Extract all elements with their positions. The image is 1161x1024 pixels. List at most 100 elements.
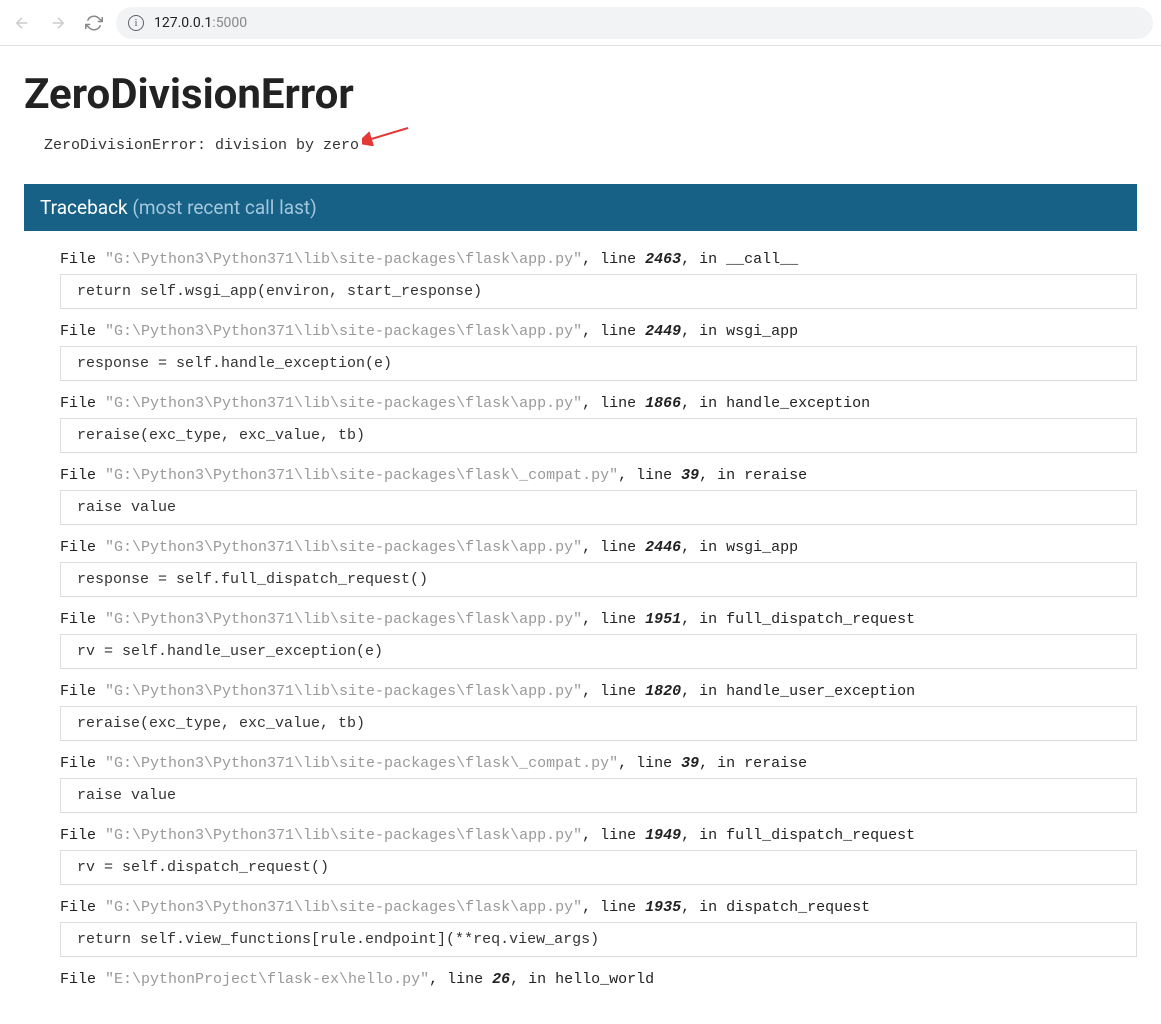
traceback-frame: File "G:\Python3\Python371\lib\site-pack… [60,755,1137,813]
in-label: , in [681,899,726,916]
line-number: 39 [681,755,699,772]
function-name: reraise [744,755,807,772]
traceback-frame: File "G:\Python3\Python371\lib\site-pack… [60,683,1137,741]
code-line[interactable]: raise value [60,490,1137,525]
line-label: , line [618,755,681,772]
frame-header[interactable]: File "G:\Python3\Python371\lib\site-pack… [60,755,1137,778]
line-label: , line [582,683,645,700]
traceback-label: Traceback [40,196,132,219]
function-name: handle_user_exception [726,683,915,700]
in-label: , in [699,755,744,772]
file-label: File [60,683,105,700]
in-label: , in [681,251,726,268]
function-name: full_dispatch_request [726,611,915,628]
file-label: File [60,899,105,916]
traceback-frame: File "G:\Python3\Python371\lib\site-pack… [60,827,1137,885]
in-label: , in [681,539,726,556]
line-number: 2449 [645,323,681,340]
file-path: "G:\Python3\Python371\lib\site-packages\… [105,827,582,844]
frame-header[interactable]: File "E:\pythonProject\flask-ex\hello.py… [60,971,1137,994]
file-label: File [60,539,105,556]
file-path: "G:\Python3\Python371\lib\site-packages\… [105,899,582,916]
url-text: 127.0.0.1:5000 [154,15,247,31]
frame-header[interactable]: File "G:\Python3\Python371\lib\site-pack… [60,467,1137,490]
line-label: , line [429,971,492,988]
code-line[interactable]: response = self.handle_exception(e) [60,346,1137,381]
code-line[interactable]: return self.wsgi_app(environ, start_resp… [60,274,1137,309]
code-line[interactable]: reraise(exc_type, exc_value, tb) [60,418,1137,453]
line-number: 1866 [645,395,681,412]
reload-button[interactable] [80,9,108,37]
line-number: 2446 [645,539,681,556]
traceback-frame: File "G:\Python3\Python371\lib\site-pack… [60,323,1137,381]
file-label: File [60,755,105,772]
line-label: , line [582,899,645,916]
line-label: , line [582,251,645,268]
code-line[interactable]: return self.view_functions[rule.endpoint… [60,922,1137,957]
file-label: File [60,323,105,340]
file-path: "G:\Python3\Python371\lib\site-packages\… [105,323,582,340]
in-label: , in [681,395,726,412]
traceback-frame: File "E:\pythonProject\flask-ex\hello.py… [60,971,1137,994]
code-line[interactable]: raise value [60,778,1137,813]
frame-header[interactable]: File "G:\Python3\Python371\lib\site-pack… [60,611,1137,634]
back-button[interactable] [8,9,36,37]
frame-header[interactable]: File "G:\Python3\Python371\lib\site-pack… [60,395,1137,418]
traceback-frame: File "G:\Python3\Python371\lib\site-pack… [60,611,1137,669]
frame-header[interactable]: File "G:\Python3\Python371\lib\site-pack… [60,683,1137,706]
line-number: 26 [492,971,510,988]
line-label: , line [582,611,645,628]
file-label: File [60,971,105,988]
function-name: wsgi_app [726,323,798,340]
browser-toolbar: i 127.0.0.1:5000 [0,0,1161,46]
code-line[interactable]: reraise(exc_type, exc_value, tb) [60,706,1137,741]
line-label: , line [582,323,645,340]
function-name: __call__ [726,251,798,268]
line-number: 1949 [645,827,681,844]
address-bar[interactable]: i 127.0.0.1:5000 [116,7,1153,39]
frame-header[interactable]: File "G:\Python3\Python371\lib\site-pack… [60,323,1137,346]
error-message: ZeroDivisionError: division by zero [24,137,1137,154]
frame-header[interactable]: File "G:\Python3\Python371\lib\site-pack… [60,251,1137,274]
file-label: File [60,467,105,484]
in-label: , in [681,323,726,340]
file-label: File [60,251,105,268]
error-title: ZeroDivisionError [24,70,1137,119]
frame-header[interactable]: File "G:\Python3\Python371\lib\site-pack… [60,899,1137,922]
in-label: , in [681,827,726,844]
file-path: "G:\Python3\Python371\lib\site-packages\… [105,395,582,412]
frame-header[interactable]: File "G:\Python3\Python371\lib\site-pack… [60,539,1137,562]
file-path: "G:\Python3\Python371\lib\site-packages\… [105,755,618,772]
file-label: File [60,611,105,628]
line-number: 2463 [645,251,681,268]
in-label: , in [510,971,555,988]
traceback-frame: File "G:\Python3\Python371\lib\site-pack… [60,251,1137,309]
frame-header[interactable]: File "G:\Python3\Python371\lib\site-pack… [60,827,1137,850]
line-label: , line [582,395,645,412]
page-content: ZeroDivisionError ZeroDivisionError: div… [0,46,1161,994]
line-number: 39 [681,467,699,484]
traceback-sublabel: (most recent call last) [132,196,316,219]
traceback-frame: File "G:\Python3\Python371\lib\site-pack… [60,899,1137,957]
traceback-frame: File "G:\Python3\Python371\lib\site-pack… [60,395,1137,453]
site-info-icon[interactable]: i [128,15,144,31]
in-label: , in [681,611,726,628]
file-path: "G:\Python3\Python371\lib\site-packages\… [105,611,582,628]
line-number: 1935 [645,899,681,916]
forward-button[interactable] [44,9,72,37]
code-line[interactable]: rv = self.handle_user_exception(e) [60,634,1137,669]
file-path: "G:\Python3\Python371\lib\site-packages\… [105,539,582,556]
traceback-header: Traceback (most recent call last) [24,184,1137,231]
function-name: full_dispatch_request [726,827,915,844]
code-line[interactable]: response = self.full_dispatch_request() [60,562,1137,597]
file-label: File [60,395,105,412]
file-path: "G:\Python3\Python371\lib\site-packages\… [105,251,582,268]
code-line[interactable]: rv = self.dispatch_request() [60,850,1137,885]
in-label: , in [681,683,726,700]
line-number: 1951 [645,611,681,628]
line-label: , line [618,467,681,484]
in-label: , in [699,467,744,484]
file-path: "E:\pythonProject\flask-ex\hello.py" [105,971,429,988]
line-number: 1820 [645,683,681,700]
traceback-frame: File "G:\Python3\Python371\lib\site-pack… [60,467,1137,525]
